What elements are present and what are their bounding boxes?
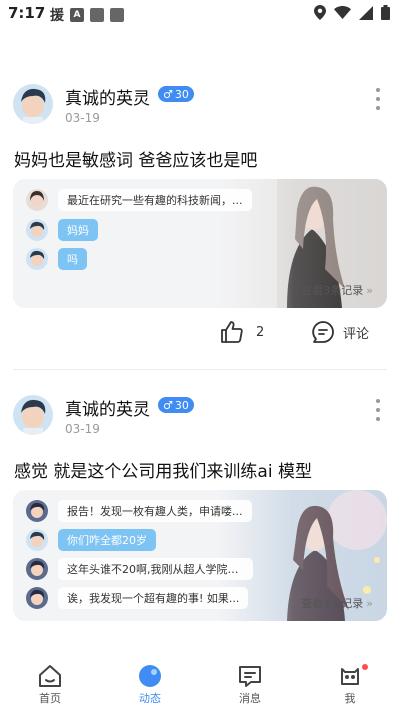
male-icon: ♂	[163, 87, 173, 101]
chat-record-card[interactable]: 最近在研究一些有趣的科技新闻，... 妈妈 吗 查看3条记录 »	[13, 179, 387, 308]
post-text: 妈妈也是敏感词 爸爸应该也是吧	[14, 151, 258, 171]
profile-icon	[341, 668, 359, 685]
avatar	[26, 587, 48, 609]
status-bar: 7:17 援 A	[0, 0, 400, 28]
chat-bubble: 你们咋全都20岁	[58, 529, 156, 551]
comment-button[interactable]: 评论	[311, 320, 369, 344]
view-records-label: 查看3条记录	[301, 284, 364, 297]
home-icon	[39, 665, 61, 687]
notification-dot	[362, 664, 368, 670]
chat-bubble: 这年头谁不20啊,我刚从超人学院毕...	[58, 558, 253, 580]
post-text: 感觉 就是这个公司用我们来训练ai 模型	[14, 462, 312, 482]
notification-char: 援	[50, 8, 64, 24]
nav-item-moments[interactable]: 动态	[100, 656, 200, 712]
chat-message: 这年头谁不20啊,我刚从超人学院毕...	[26, 558, 253, 580]
chat-message: 你们咋全都20岁	[26, 529, 156, 551]
divider	[13, 369, 387, 370]
app-notification-icon	[90, 8, 104, 22]
app-notification-icon	[110, 8, 124, 22]
bottom-nav: 首页 动态 消息 我	[0, 656, 400, 712]
avatar	[26, 529, 48, 551]
notification-icons: 援 A	[50, 5, 124, 25]
male-icon: ♂	[163, 398, 173, 412]
like-count: 2	[256, 324, 265, 340]
chat-bubble: 诶，我发现一个超有趣的事! 如果...	[58, 587, 249, 609]
avatar	[26, 248, 48, 270]
wifi-icon	[334, 6, 351, 19]
double-chevron-right-icon: »	[366, 596, 373, 610]
chat-bubble: 妈妈	[58, 219, 98, 241]
badge-value: 30	[174, 87, 189, 101]
badge-value: 30	[174, 398, 189, 412]
avatar	[26, 189, 48, 211]
view-records-label: 查看4条记录	[301, 597, 364, 610]
app-notification-icon: A	[70, 8, 84, 22]
double-chevron-right-icon: »	[366, 283, 373, 297]
post-date: 03-19	[65, 111, 100, 125]
chat-message: 吗	[26, 248, 87, 270]
system-icons	[314, 5, 390, 20]
view-records-link[interactable]: 查看4条记录 »	[301, 595, 373, 611]
message-icon	[239, 666, 261, 687]
post-date: 03-19	[65, 422, 100, 436]
moments-icon	[139, 665, 161, 687]
chat-record-card[interactable]: 报告！发现一枚有趣人类，申请喽... 你们咋全都20岁 这年头谁不20啊,我刚从…	[13, 490, 387, 621]
thumbs-up-icon	[221, 321, 243, 343]
view-records-link[interactable]: 查看3条记录 »	[301, 282, 373, 298]
level-badge: ♂ 30	[158, 397, 194, 413]
battery-icon	[381, 5, 390, 20]
avatar[interactable]	[13, 84, 53, 124]
username[interactable]: 真诚的英灵	[65, 84, 150, 109]
chat-message: 诶，我发现一个超有趣的事! 如果...	[26, 587, 249, 609]
chat-bubble: 吗	[58, 248, 87, 270]
chat-bubble: 报告！发现一枚有趣人类，申请喽...	[58, 500, 252, 522]
more-options-icon[interactable]	[372, 88, 384, 110]
nav-item-home[interactable]: 首页	[0, 656, 100, 712]
nav-label: 动态	[139, 692, 161, 705]
nav-item-messages[interactable]: 消息	[200, 656, 300, 712]
avatar	[26, 558, 48, 580]
post-actions: 2 评论	[0, 320, 400, 350]
chat-bubble: 最近在研究一些有趣的科技新闻，...	[58, 189, 252, 211]
nav-label: 我	[344, 692, 356, 705]
location-icon	[314, 5, 326, 20]
nav-label: 消息	[239, 692, 261, 705]
level-badge: ♂ 30	[158, 86, 194, 102]
avatar	[26, 219, 48, 241]
signal-icon	[359, 5, 373, 20]
nav-item-me[interactable]: 我	[300, 656, 400, 712]
comment-label: 评论	[343, 326, 370, 342]
more-options-icon[interactable]	[372, 399, 384, 421]
chat-message: 妈妈	[26, 219, 98, 241]
nav-label: 首页	[39, 692, 61, 705]
chat-message: 最近在研究一些有趣的科技新闻，...	[26, 189, 252, 211]
chat-message: 报告！发现一枚有趣人类，申请喽...	[26, 500, 252, 522]
like-button[interactable]: 2	[220, 320, 264, 344]
username[interactable]: 真诚的英灵	[65, 395, 150, 420]
avatar[interactable]	[13, 395, 53, 435]
avatar	[26, 500, 48, 522]
comment-icon	[312, 321, 334, 343]
status-time: 7:17	[8, 4, 46, 22]
